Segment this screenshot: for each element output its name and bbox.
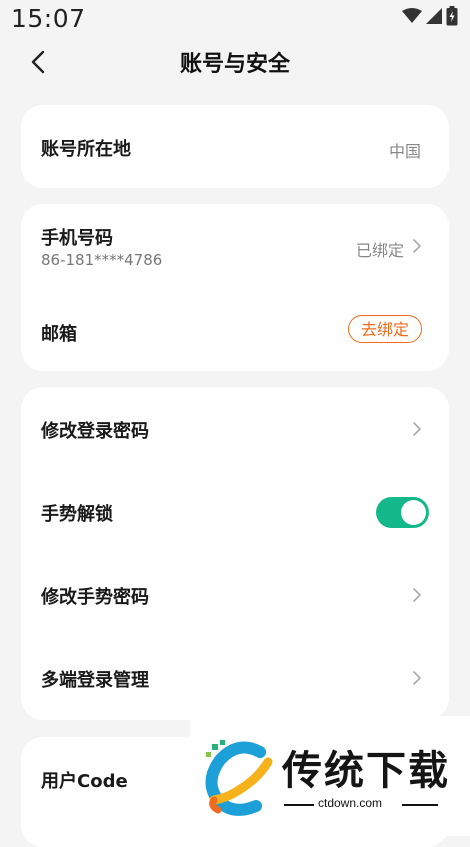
change-gesture-label: 修改手势密码 (41, 587, 149, 608)
email-label: 邮箱 (41, 324, 77, 345)
user-code-label: 用户Code (41, 771, 128, 792)
battery-icon (446, 6, 458, 26)
nav-bar: 账号与安全 (0, 40, 470, 84)
chevron-right-icon (413, 239, 422, 253)
watermark-line-right (402, 804, 438, 806)
status-icons (402, 6, 458, 26)
wifi-icon (402, 8, 422, 23)
multi-login-label: 多端登录管理 (41, 670, 149, 691)
watermark-url: ctdown.com (318, 796, 383, 810)
toggle-knob (401, 500, 426, 525)
region-value: 中国 (388, 142, 421, 161)
region-card: 账号所在地 中国 (21, 105, 449, 188)
watermark-brand: 传统下载 (282, 748, 450, 794)
phone-row[interactable]: 手机号码 86-181****4786 已绑定 (21, 204, 449, 288)
chevron-right-icon (413, 671, 422, 685)
region-row[interactable]: 账号所在地 中国 (21, 105, 449, 188)
phone-label: 手机号码 (41, 228, 113, 249)
change-password-row[interactable]: 修改登录密码 (21, 387, 449, 471)
phone-status: 已绑定 (355, 241, 404, 260)
email-row[interactable]: 邮箱 去绑定 (21, 288, 449, 371)
change-gesture-row[interactable]: 修改手势密码 (21, 554, 449, 637)
gesture-unlock-row: 手势解锁 (21, 471, 449, 554)
multi-login-row[interactable]: 多端登录管理 (21, 637, 449, 720)
security-card: 修改登录密码 手势解锁 修改手势密码 多端登录管理 (21, 387, 449, 720)
signal-icon (426, 8, 442, 24)
watermark-line-left (284, 804, 314, 806)
gesture-unlock-toggle[interactable] (376, 497, 429, 528)
gesture-unlock-label: 手势解锁 (41, 504, 113, 525)
watermark-logo (205, 740, 273, 816)
chevron-right-icon (413, 588, 422, 602)
page-title: 账号与安全 (179, 52, 290, 77)
bind-email-button[interactable]: 去绑定 (347, 315, 422, 343)
binding-card: 手机号码 86-181****4786 已绑定 邮箱 去绑定 (21, 204, 449, 371)
status-time: 15:07 (11, 4, 86, 33)
status-bar: 15:07 (0, 0, 470, 40)
change-password-label: 修改登录密码 (41, 421, 149, 442)
chevron-right-icon (413, 422, 422, 436)
watermark: 传统下载 ctdown.com (190, 716, 470, 836)
phone-number: 86-181****4786 (41, 251, 163, 269)
region-label: 账号所在地 (41, 139, 131, 160)
